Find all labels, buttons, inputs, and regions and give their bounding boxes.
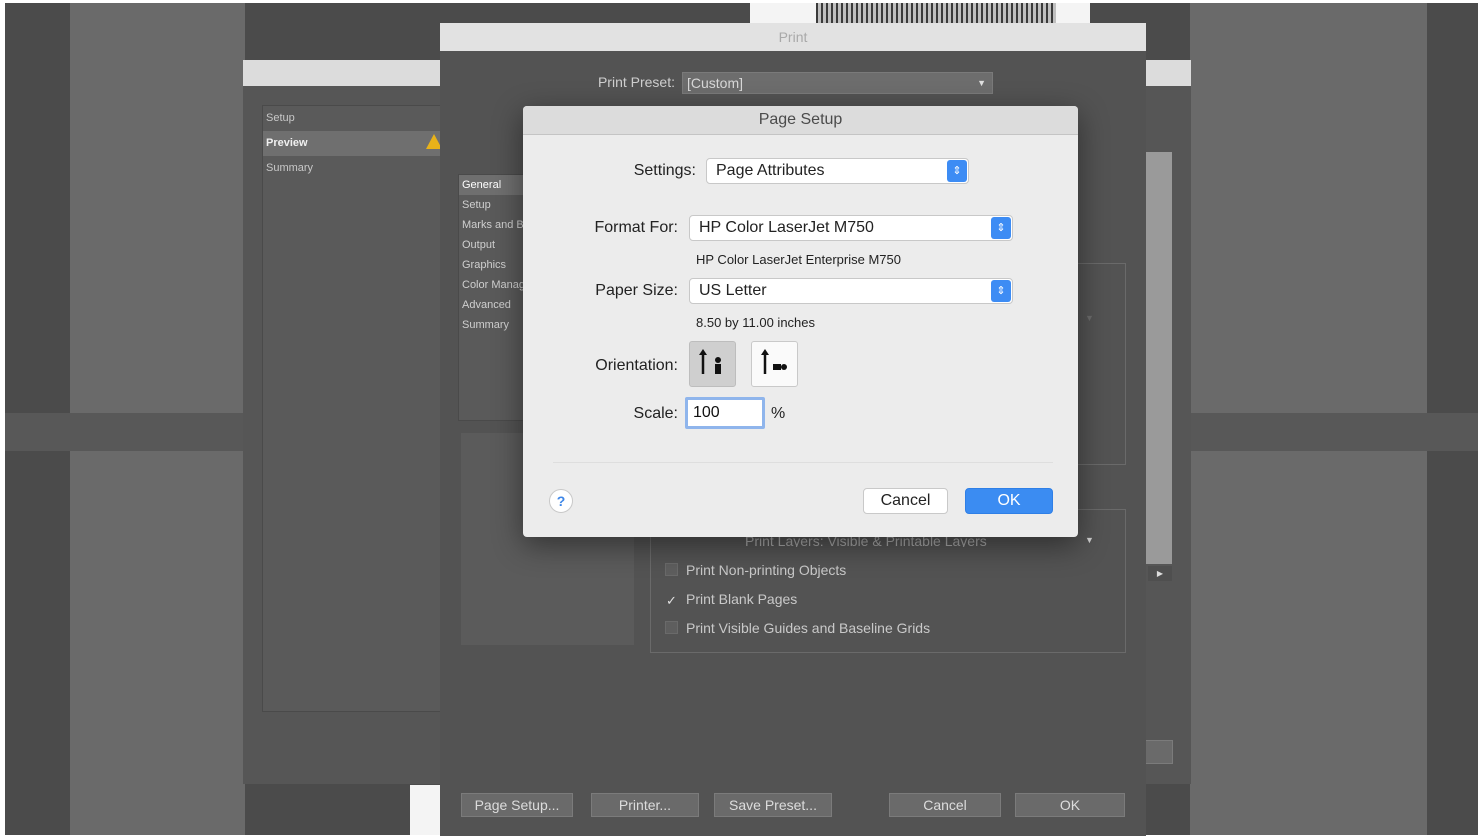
sidebar-item-setup[interactable]: Setup [263, 106, 441, 131]
orientation-label: Orientation: [595, 357, 678, 374]
settings-select[interactable]: Page Attributes ⇕ [706, 158, 969, 184]
printer-button[interactable]: Printer... [591, 793, 699, 817]
scale-label: Scale: [633, 405, 678, 422]
page-setup-title: Page Setup [523, 106, 1078, 135]
print-cancel-button[interactable]: Cancel [889, 793, 1001, 817]
format-for-label: Format For: [594, 219, 678, 236]
paper-size-label: Paper Size: [595, 282, 678, 299]
option-blank-pages[interactable]: ✓ Print Blank Pages [665, 591, 797, 607]
page-setup-cancel-button[interactable]: Cancel [863, 488, 948, 514]
chevron-down-icon: ▼ [1085, 535, 1094, 545]
sheet-divider [553, 462, 1053, 463]
sidebar-item-summary[interactable]: Summary [263, 156, 441, 181]
scale-unit: % [771, 405, 786, 422]
document-page [750, 3, 1090, 25]
back-dialog-field[interactable] [1143, 740, 1173, 764]
landscape-orientation-icon [761, 349, 787, 374]
back-dialog-sidebar: Setup Preview Summary [262, 105, 442, 712]
page-setup-sheet: Page Setup Settings: Page Attributes ⇕ F… [523, 106, 1078, 537]
page-setup-ok-button[interactable]: OK [965, 488, 1053, 514]
print-preset-value: [Custom] [687, 75, 744, 91]
settings-label: Settings: [633, 162, 696, 179]
paper-size-subtitle: 8.50 by 11.00 inches [696, 315, 816, 330]
spread-tile [1190, 451, 1427, 835]
updown-stepper-icon: ⇕ [947, 160, 967, 182]
paper-size-value: US Letter [699, 282, 767, 299]
page-setup-button[interactable]: Page Setup... [461, 793, 573, 817]
checkbox-icon [665, 621, 678, 634]
orientation-landscape-button[interactable] [751, 341, 798, 387]
spread-tile [70, 451, 245, 835]
option-nonprinting[interactable]: Print Non-printing Objects [665, 562, 846, 578]
spread-tile [70, 3, 245, 413]
page-image [816, 3, 1056, 23]
updown-stepper-icon: ⇕ [991, 280, 1011, 302]
spread-tile [1190, 3, 1427, 413]
format-for-subtitle: HP Color LaserJet Enterprise M750 [696, 252, 901, 267]
orientation-portrait-button[interactable] [689, 341, 736, 387]
chevron-down-icon: ▼ [1085, 313, 1094, 323]
option-label: Print Visible Guides and Baseline Grids [686, 620, 931, 636]
checkmark-icon: ✓ [666, 593, 677, 608]
portrait-orientation-icon [699, 349, 721, 374]
sidebar-item-preview[interactable]: Preview [263, 131, 441, 156]
settings-value: Page Attributes [716, 162, 825, 179]
updown-stepper-icon: ⇕ [991, 217, 1011, 239]
format-for-select[interactable]: HP Color LaserJet M750 ⇕ [689, 215, 1013, 241]
help-button[interactable]: ? [549, 489, 573, 513]
option-visible-guides[interactable]: Print Visible Guides and Baseline Grids [665, 620, 930, 636]
chevron-down-icon: ▼ [977, 78, 986, 88]
scale-input[interactable]: 100 [685, 397, 765, 429]
print-dialog-title: Print [440, 23, 1146, 51]
format-for-value: HP Color LaserJet M750 [699, 219, 874, 236]
print-preset-select[interactable]: [Custom] ▼ [682, 72, 993, 94]
option-label: Print Blank Pages [686, 591, 798, 607]
print-ok-button[interactable]: OK [1015, 793, 1125, 817]
option-label: Print Non-printing Objects [686, 562, 847, 578]
scrollbar-arrow[interactable]: ▶ [1148, 566, 1172, 581]
print-preset-label: Print Preset: [597, 74, 675, 90]
back-dialog-scrollbar[interactable] [1146, 152, 1172, 564]
paper-size-select[interactable]: US Letter ⇕ [689, 278, 1013, 304]
checkbox-icon [665, 563, 678, 576]
save-preset-button[interactable]: Save Preset... [714, 793, 832, 817]
